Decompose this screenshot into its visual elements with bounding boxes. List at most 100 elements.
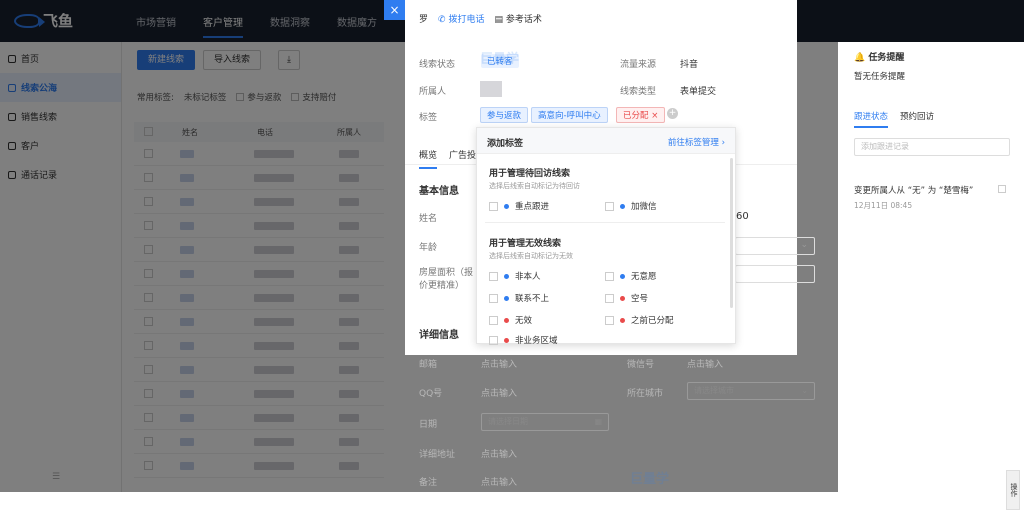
date-label: 日期 — [419, 420, 438, 430]
option-label: 空号 — [631, 294, 649, 304]
checkbox[interactable] — [489, 293, 498, 303]
type-value: 表单提交 — [680, 87, 717, 97]
tag-option[interactable]: 无意愿 — [605, 270, 657, 282]
option-label: 非本人 — [515, 272, 541, 282]
tab-ad-delivery[interactable]: 广告投 — [449, 148, 476, 169]
manage-tags-link[interactable]: 前往标签管理 › — [668, 136, 725, 148]
tag-option[interactable]: 非业务区域 — [489, 334, 558, 346]
tag-option[interactable]: 加微信 — [605, 200, 657, 212]
tab-overview[interactable]: 概览 — [419, 148, 438, 169]
checkbox[interactable] — [605, 201, 614, 211]
tag-chip[interactable]: 高意向-呼叫中心 — [531, 107, 608, 123]
city-placeholder: 请选择城市 — [694, 386, 734, 395]
tag-option[interactable]: 重点跟进 — [489, 200, 549, 212]
add-tag-dropdown: 添加标签 前往标签管理 › 用于管理待回访线索 选择后线索自动标记为待回访 重点… — [476, 127, 736, 346]
task-title-text: 任务提醒 — [868, 53, 905, 63]
dropdown-title: 添加标签 — [487, 139, 524, 149]
note-label: 备注 — [419, 478, 438, 488]
qq-field[interactable]: 点击输入 — [481, 386, 517, 399]
lead-name: 罗 — [419, 15, 429, 25]
color-dot — [620, 317, 625, 323]
basic-info-heading: 基本信息 — [419, 186, 459, 197]
checkbox[interactable] — [605, 315, 614, 325]
operation-side-tab[interactable]: 操作 — [1006, 470, 1020, 510]
source-label: 流量来源 — [620, 60, 657, 70]
chevron-down-icon: ⌄ — [800, 240, 808, 250]
dropdown-header: 添加标签 前往标签管理 › — [477, 128, 735, 154]
wechat-label: 微信号 — [627, 360, 655, 370]
watermark: 巨量学 — [480, 52, 520, 67]
color-dot — [504, 203, 509, 209]
log-checkbox[interactable] — [998, 185, 1006, 193]
note-field[interactable]: 点击输入 — [481, 475, 517, 488]
task-empty-text: 暂无任务提醒 — [854, 72, 906, 82]
qq-label: QQ号 — [419, 389, 443, 399]
tag-label: 标签 — [419, 113, 438, 123]
city-select[interactable]: 请选择城市 ⌄ — [687, 382, 815, 400]
color-dot — [504, 337, 509, 343]
add-tag-icon[interactable]: + — [667, 108, 678, 119]
wechat-field[interactable]: 点击输入 — [687, 357, 723, 370]
email-label: 邮箱 — [419, 360, 438, 370]
tag-option[interactable]: 之前已分配 — [605, 314, 674, 326]
group-desc-revisit: 选择后线索自动标记为待回访 — [489, 182, 580, 190]
watermark: 巨量学 — [630, 472, 670, 487]
modal-header: 罗 ✆ 拨打电话 ▤ 参考话术 — [419, 12, 542, 25]
script-label: 参考话术 — [505, 15, 542, 25]
group-title-revisit: 用于管理待回访线索 — [489, 169, 571, 179]
tag-chip-removable[interactable]: 已分配 × — [616, 107, 666, 123]
date-placeholder: 请选择日期 — [488, 417, 528, 426]
modal-close-button[interactable]: × — [384, 0, 405, 20]
house-area-label: 房屋面积（报价更精准） — [419, 268, 474, 291]
tag-chip[interactable]: 参与返款 — [480, 107, 529, 123]
color-dot — [620, 273, 625, 279]
calendar-icon: ▦ — [594, 417, 602, 426]
option-label: 重点跟进 — [515, 202, 550, 212]
script-button[interactable]: ▤ 参考话术 — [494, 12, 541, 25]
tab-scheduled-visit[interactable]: 预约回访 — [900, 110, 934, 128]
followup-input[interactable]: 添加跟进记录 — [854, 138, 1010, 156]
owner-label: 所属人 — [419, 87, 447, 97]
dropdown-scrollbar[interactable] — [730, 158, 733, 308]
date-picker[interactable]: 请选择日期 ▦ — [481, 413, 609, 431]
divider — [485, 222, 725, 223]
name-label: 姓名 — [419, 214, 438, 224]
group-desc-invalid: 选择后线索自动标记为无效 — [489, 252, 573, 260]
option-label: 加微信 — [631, 202, 657, 212]
tag-option[interactable]: 联系不上 — [489, 292, 549, 304]
status-label: 线索状态 — [419, 60, 456, 70]
tag-option[interactable]: 非本人 — [489, 270, 541, 282]
email-field[interactable]: 点击输入 — [481, 357, 517, 370]
bell-icon: 🔔 — [854, 53, 866, 63]
checkbox[interactable] — [489, 315, 498, 325]
partial-input[interactable] — [735, 265, 815, 283]
age-label: 年龄 — [419, 243, 438, 253]
partial-select[interactable]: ⌄ — [735, 237, 815, 255]
checkbox[interactable] — [489, 335, 498, 345]
task-reminder-title: 🔔 任务提醒 — [854, 50, 904, 63]
checkbox[interactable] — [489, 201, 498, 211]
color-dot — [620, 295, 625, 301]
city-label: 所在城市 — [627, 389, 664, 399]
tag-option[interactable]: 无效 — [489, 314, 532, 326]
checkbox[interactable] — [489, 271, 498, 281]
chevron-down-icon: ⌄ — [801, 386, 808, 395]
checkbox[interactable] — [605, 293, 614, 303]
tag-option[interactable]: 空号 — [605, 292, 648, 304]
document-icon: ▤ — [494, 15, 503, 25]
checkbox[interactable] — [605, 271, 614, 281]
color-dot — [504, 317, 509, 323]
color-dot — [504, 295, 509, 301]
address-field[interactable]: 点击输入 — [481, 447, 517, 460]
call-button[interactable]: ✆ 拨打电话 — [438, 12, 484, 25]
source-value: 抖音 — [680, 60, 699, 70]
detail-info-heading: 详细信息 — [419, 330, 459, 341]
followup-tabs: 跟进状态 预约回访 — [854, 110, 934, 128]
option-label: 非业务区域 — [515, 336, 558, 346]
modal-tabs: 概览 广告投 — [419, 148, 476, 169]
option-label: 无效 — [515, 316, 533, 326]
activity-log-text: 变更所属人从 “无” 为 “楚雪梅” — [854, 186, 974, 196]
address-label: 详细地址 — [419, 450, 456, 460]
tab-followup-status[interactable]: 跟进状态 — [854, 110, 889, 128]
partial-value: 60 — [736, 211, 749, 222]
